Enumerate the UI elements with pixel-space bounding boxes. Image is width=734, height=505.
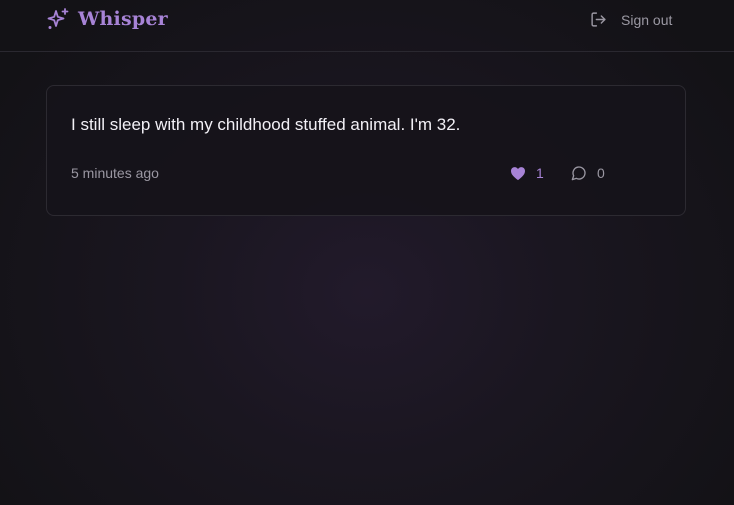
- sign-out-button[interactable]: Sign out: [590, 11, 672, 28]
- post-card: I still sleep with my childhood stuffed …: [46, 85, 686, 216]
- sparkles-icon: [46, 7, 70, 31]
- post-text: I still sleep with my childhood stuffed …: [71, 115, 461, 134]
- message-circle-icon: [571, 165, 587, 181]
- app-logo[interactable]: Whisper: [46, 7, 168, 31]
- log-out-icon: [590, 11, 607, 28]
- comment-count: 0: [597, 165, 605, 181]
- comment-button[interactable]: 0: [571, 165, 605, 181]
- like-count: 1: [536, 165, 544, 181]
- heart-icon: [510, 166, 526, 181]
- top-bar: Whisper Sign out: [0, 0, 734, 52]
- post-timestamp: 5 minutes ago: [71, 165, 159, 181]
- like-button[interactable]: 1: [510, 165, 544, 181]
- app-title: Whisper: [78, 8, 168, 30]
- sign-out-label: Sign out: [621, 11, 673, 28]
